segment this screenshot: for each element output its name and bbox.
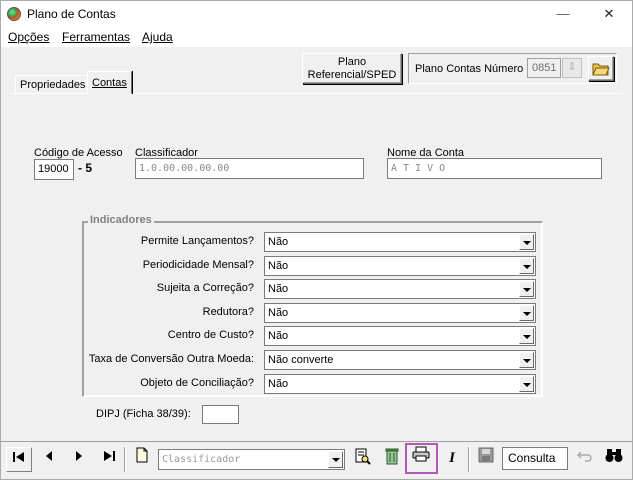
chevron-down-icon[interactable] xyxy=(328,451,343,468)
menu-opcoes[interactable]: Opções xyxy=(8,30,49,44)
redutora-value: Não xyxy=(268,307,289,319)
save-button[interactable] xyxy=(473,447,499,472)
redutora-select[interactable]: Não xyxy=(264,303,536,323)
chevron-down-icon[interactable] xyxy=(519,234,534,250)
open-folder-button[interactable] xyxy=(588,56,614,81)
title-bar: Plano de Contas — ✕ xyxy=(1,1,632,27)
permite-lancamentos-label: Permite Lançamentos? xyxy=(140,235,254,247)
maximize-button[interactable] xyxy=(542,1,588,27)
previous-icon xyxy=(46,451,52,461)
close-button[interactable]: ✕ xyxy=(586,1,632,27)
nome-conta-field[interactable]: A T I V O xyxy=(387,158,602,179)
indicadores-title: Indicadores xyxy=(88,214,154,226)
binoculars-icon xyxy=(605,449,623,462)
centro-custo-label: Centro de Custo? xyxy=(167,329,254,341)
next-record-button[interactable] xyxy=(66,447,92,472)
chevron-down-icon[interactable] xyxy=(519,376,534,392)
app-icon xyxy=(7,7,21,21)
classificador-field[interactable]: 1.0.00.00.00.00 xyxy=(135,158,364,179)
undo-icon xyxy=(576,451,592,462)
objeto-conciliacao-value: Não xyxy=(268,378,289,390)
search-records-button[interactable] xyxy=(349,447,375,472)
menu-bar: Opções Ferramentas Ajuda xyxy=(1,27,632,47)
redutora-label: Redutora? xyxy=(202,306,254,318)
first-record-icon xyxy=(13,452,24,462)
menu-ferramentas[interactable]: Ferramentas xyxy=(62,30,130,44)
tab-propriedades[interactable]: Propriedades xyxy=(15,75,91,93)
italic-icon: I xyxy=(449,450,455,466)
codigo-digit: - 5 xyxy=(78,161,93,175)
classificador-search-placeholder: Classificador xyxy=(162,454,241,465)
chevron-down-icon[interactable] xyxy=(519,281,534,297)
menu-ajuda[interactable]: Ajuda xyxy=(142,30,173,44)
find-button[interactable] xyxy=(601,447,627,472)
mode-status: Consulta xyxy=(502,447,568,470)
plano-number-field: 0851 xyxy=(527,58,561,78)
plano-referencial-line1: Plano xyxy=(337,56,367,68)
undo-button[interactable] xyxy=(572,447,598,472)
first-record-button[interactable] xyxy=(6,447,32,472)
tab-contas[interactable]: Contas xyxy=(87,71,132,94)
periodicidade-mensal-select[interactable]: Não xyxy=(264,256,536,276)
classificador-search-select[interactable]: Classificador xyxy=(158,449,345,470)
edit-italic-button[interactable]: I xyxy=(439,447,465,472)
toolbar-separator xyxy=(468,447,470,472)
chevron-down-icon[interactable] xyxy=(519,258,534,274)
print-button[interactable] xyxy=(408,446,434,471)
delete-button[interactable] xyxy=(379,447,405,472)
new-document-icon xyxy=(136,447,148,463)
chevron-down-icon[interactable] xyxy=(519,328,534,344)
periodicidade-mensal-value: Não xyxy=(268,260,289,272)
trash-icon xyxy=(385,448,399,465)
folder-icon xyxy=(592,63,610,76)
window-title: Plano de Contas xyxy=(27,7,116,21)
plano-number-label: Plano Contas Número xyxy=(415,63,524,75)
periodicidade-mensal-label: Periodicidade Mensal? xyxy=(142,259,254,271)
last-record-icon xyxy=(104,451,115,461)
codigo-field[interactable]: 19000 xyxy=(34,159,74,180)
objeto-conciliacao-label: Objeto de Conciliação? xyxy=(140,377,254,389)
dipj-field[interactable] xyxy=(202,405,239,424)
new-record-button[interactable] xyxy=(129,447,155,472)
sujeita-correcao-value: Não xyxy=(268,283,289,295)
permite-lancamentos-select[interactable]: Não xyxy=(264,232,536,252)
search-document-icon xyxy=(355,448,371,465)
toolbar-separator xyxy=(124,447,126,472)
chevron-down-icon[interactable] xyxy=(519,352,534,368)
taxa-conversao-label: Taxa de Conversão Outra Moeda: xyxy=(88,353,254,365)
centro-custo-select[interactable]: Não xyxy=(264,326,536,346)
download-arrow-icon: ⇩ xyxy=(562,58,582,78)
plano-referencial-line2: Referencial/SPED xyxy=(307,69,397,81)
sujeita-correcao-label: Sujeita a Correção? xyxy=(156,282,254,294)
previous-record-button[interactable] xyxy=(36,447,62,472)
centro-custo-value: Não xyxy=(268,330,289,342)
chevron-down-icon[interactable] xyxy=(519,305,534,321)
next-icon xyxy=(76,451,82,461)
taxa-conversao-value: Não converte xyxy=(268,354,334,366)
printer-icon xyxy=(412,446,430,462)
objeto-conciliacao-select[interactable]: Não xyxy=(264,374,536,394)
codigo-label: Código de Acesso xyxy=(34,147,123,159)
last-record-button[interactable] xyxy=(96,447,122,472)
plano-referencial-button[interactable]: Plano Referencial/SPED xyxy=(302,53,402,84)
taxa-conversao-select[interactable]: Não converte xyxy=(264,350,536,370)
permite-lancamentos-value: Não xyxy=(268,236,289,248)
main-window: Plano de Contas — ✕ Opções Ferramentas A… xyxy=(0,0,633,480)
sujeita-correcao-select[interactable]: Não xyxy=(264,279,536,299)
floppy-disk-icon xyxy=(478,447,494,463)
dipj-label: DIPJ (Ficha 38/39): xyxy=(96,408,191,420)
